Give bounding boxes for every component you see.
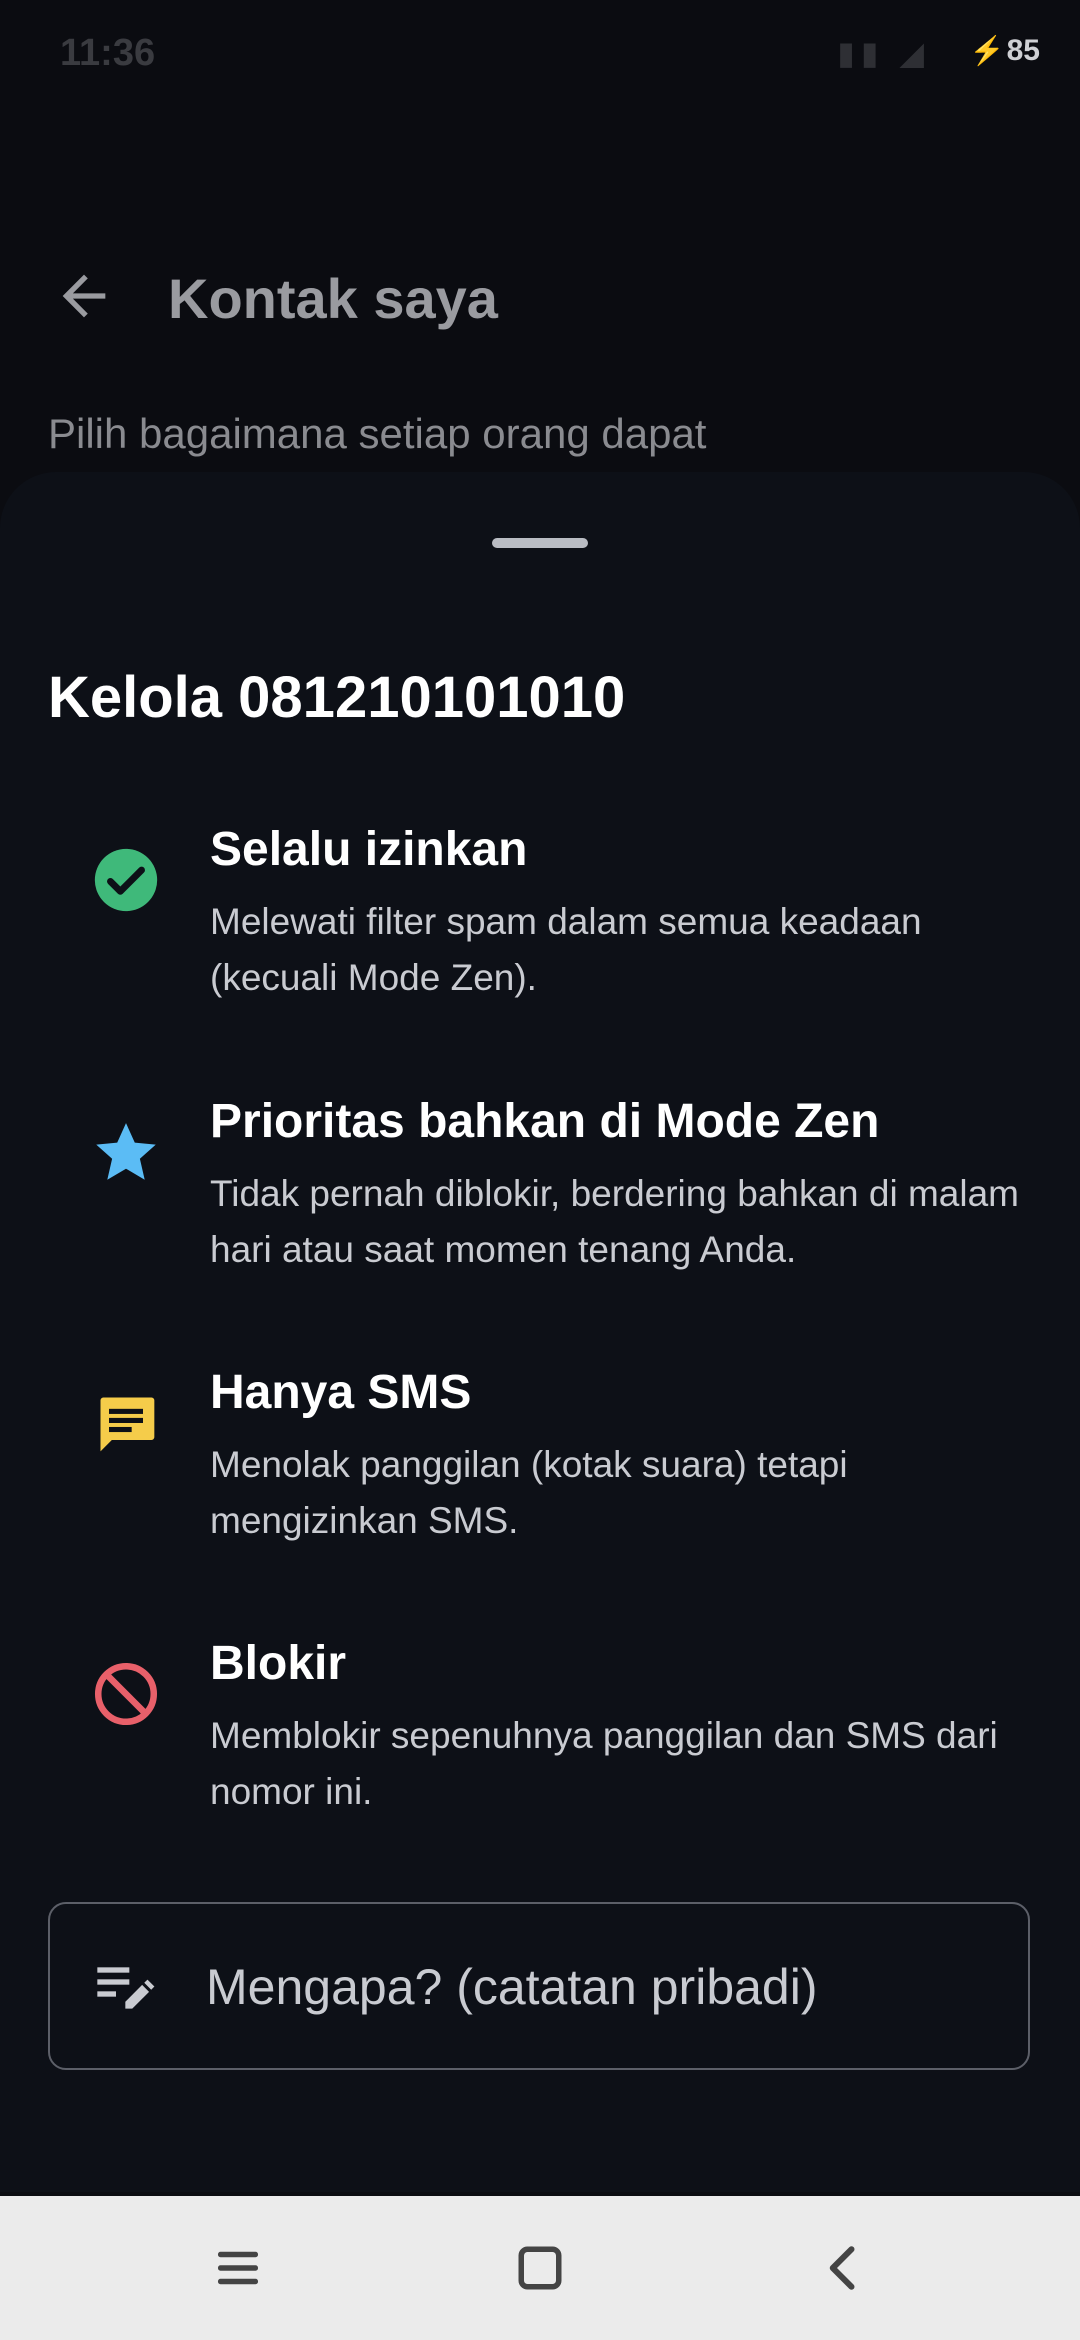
navigation-bar	[0, 2196, 1080, 2340]
signal-icons: ▮▮ ◢	[837, 35, 930, 71]
option-block[interactable]: Blokir Memblokir sepenuhnya panggilan da…	[0, 1636, 1080, 1836]
note-placeholder: Mengapa? (catatan pribadi)	[206, 1959, 818, 2015]
battery-level: 85	[1006, 34, 1040, 67]
back-arrow-icon[interactable]	[52, 264, 116, 328]
option-title: Hanya SMS	[210, 1366, 472, 1419]
star-icon	[96, 1123, 156, 1180]
option-description: Memblokir sepenuhnya panggilan dan SMS d…	[210, 1715, 998, 1812]
option-description: Melewati filter spam dalam semua keadaan…	[210, 901, 922, 998]
status-bar: 11:36 ▮▮ ◢ ⚡85	[0, 0, 1080, 110]
battery-indicator: ⚡85	[970, 34, 1040, 68]
drag-handle[interactable]	[492, 538, 588, 548]
option-sms-only[interactable]: Hanya SMS Menolak panggilan (kotak suara…	[0, 1365, 1080, 1565]
option-title: Prioritas bahkan di Mode Zen	[210, 1095, 880, 1148]
option-title: Selalu izinkan	[210, 823, 528, 876]
private-note-field[interactable]: Mengapa? (catatan pribadi)	[48, 1902, 1030, 2070]
check-circle-icon	[94, 848, 158, 912]
bottom-sheet: Kelola 081210101010 Selalu izinkan Melew…	[0, 472, 1080, 2192]
option-description: Tidak pernah diblokir, berdering bahkan …	[210, 1173, 1019, 1270]
back-chevron-icon[interactable]	[814, 2238, 874, 2298]
home-square-icon[interactable]	[510, 2238, 570, 2298]
option-always-allow[interactable]: Selalu izinkan Melewati filter spam dala…	[0, 822, 1080, 1022]
edit-note-icon	[97, 1967, 155, 2009]
menu-icon[interactable]	[208, 2238, 268, 2298]
block-icon	[94, 1662, 158, 1726]
status-time: 11:36	[60, 32, 156, 74]
option-priority-zen[interactable]: Prioritas bahkan di Mode Zen Tidak perna…	[0, 1094, 1080, 1294]
charging-bolt-icon: ⚡	[969, 35, 1005, 66]
page-title: Kontak saya	[168, 267, 498, 330]
page-subtitle: Pilih bagaimana setiap orang dapat	[48, 410, 707, 457]
sheet-title: Kelola 081210101010	[48, 665, 626, 730]
option-title: Blokir	[210, 1637, 347, 1690]
option-description: Menolak panggilan (kotak suara) tetapi m…	[210, 1444, 848, 1541]
message-icon	[100, 1397, 155, 1452]
